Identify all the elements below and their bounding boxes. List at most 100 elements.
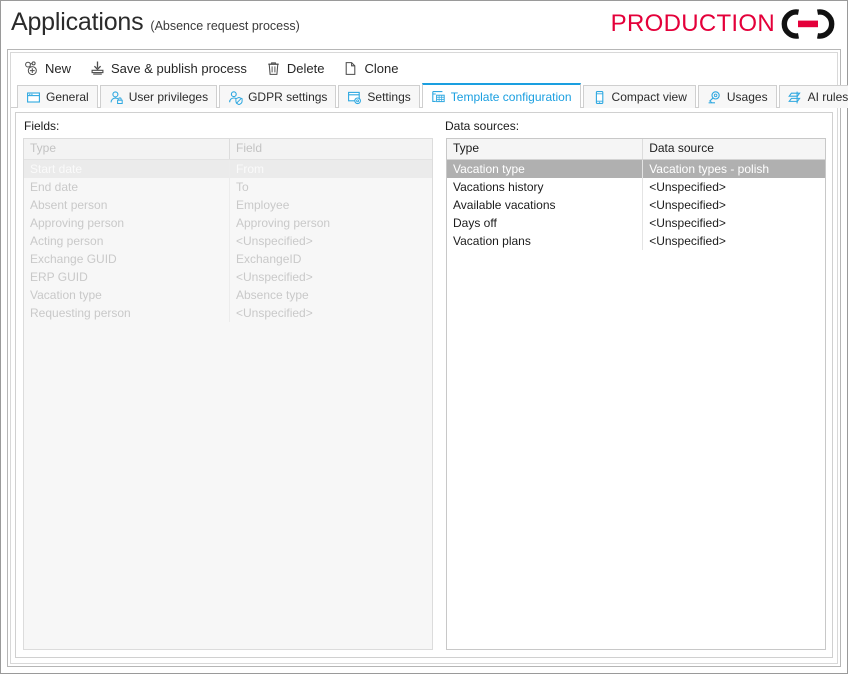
tab-strip: General User privileges GDPR settings Se…	[11, 83, 848, 108]
tab-user-privileges-label: User privileges	[128, 90, 209, 104]
data-source-value: <Unspecified>	[649, 180, 726, 194]
new-nodes-icon	[25, 60, 37, 75]
fields-label: Fields:	[24, 119, 60, 133]
tab-settings[interactable]: Settings	[338, 85, 420, 108]
tab-usages[interactable]: Usages	[697, 85, 777, 108]
data-sources-grid[interactable]: Type Data source Vacation type Vacation …	[446, 138, 826, 650]
table-row[interactable]: Vacation plans <Unspecified>	[447, 232, 825, 250]
data-source-type: Available vacations	[447, 196, 644, 214]
tab-settings-label: Settings	[367, 90, 411, 104]
data-sources-column-source: Data source	[649, 141, 714, 155]
table-row[interactable]: Absent person Employee	[24, 196, 432, 214]
field-type: Approving person	[24, 214, 230, 232]
data-sources-label: Data sources:	[445, 119, 520, 133]
fields-grid[interactable]: Type Field Start date From End date To A…	[23, 138, 433, 650]
field-type: Absent person	[24, 196, 230, 214]
save-publish-button-label: Save & publish process	[111, 60, 247, 76]
title-bar: Applications (Absence request process) P…	[1, 1, 847, 47]
field-type: Exchange GUID	[24, 250, 230, 268]
window-grid-icon	[432, 91, 445, 103]
tab-template-configuration-label: Template configuration	[450, 89, 572, 104]
table-row[interactable]: Acting person <Unspecified>	[24, 232, 432, 250]
fields-column-type: Type	[24, 139, 230, 159]
tab-content-inner: Fields: Type Field Start date From End d…	[15, 112, 833, 658]
data-source-value: <Unspecified>	[649, 216, 726, 230]
tab-content: Fields: Type Field Start date From End d…	[11, 109, 837, 663]
user-shield-icon	[229, 90, 243, 105]
field-value: Approving person	[236, 216, 331, 230]
tab-gdpr-settings-label: GDPR settings	[248, 90, 328, 104]
new-button-label: New	[45, 60, 72, 76]
save-publish-icon	[91, 61, 104, 75]
field-value: ExchangeID	[236, 252, 302, 266]
data-source-type: Vacation type	[447, 160, 644, 178]
tab-general-label: General	[46, 90, 89, 104]
delete-button-label: Delete	[286, 60, 325, 76]
logo-text: PRODUCTION	[610, 10, 775, 37]
data-sources-grid-header: Type Data source	[447, 139, 825, 160]
field-value: To	[236, 180, 249, 194]
table-row[interactable]: Days off <Unspecified>	[447, 214, 825, 232]
window-gear-icon	[348, 91, 362, 104]
field-type: Vacation type	[24, 286, 230, 304]
tab-ai-rules[interactable]: AI rules	[778, 85, 848, 108]
trash-icon	[268, 61, 279, 75]
table-row[interactable]: Exchange GUID ExchangeID	[24, 250, 432, 268]
data-source-value: Vacation types - polish	[649, 162, 770, 176]
tab-general[interactable]: General	[17, 85, 98, 108]
tab-template-configuration[interactable]: Template configuration	[421, 83, 581, 108]
tab-gdpr-settings[interactable]: GDPR settings	[219, 85, 337, 108]
data-sources-grid-body: Vacation type Vacation types - polish Va…	[447, 160, 825, 649]
table-row[interactable]: Start date From	[24, 160, 432, 178]
phone-icon	[595, 90, 603, 104]
window-icon	[27, 91, 40, 103]
fields-column-field: Field	[236, 141, 263, 155]
field-value: Absence type	[236, 288, 309, 302]
field-type: Requesting person	[24, 304, 230, 322]
field-type: ERP GUID	[24, 268, 230, 286]
ai-rules-icon	[787, 91, 801, 103]
data-source-value: <Unspecified>	[649, 198, 726, 212]
table-row[interactable]: End date To	[24, 178, 432, 196]
chain-link-logo-icon	[781, 9, 835, 39]
table-row[interactable]: Requesting person <Unspecified>	[24, 304, 432, 322]
split-layout: Fields: Type Field Start date From End d…	[16, 113, 832, 657]
clone-button[interactable]: Clone	[334, 55, 406, 81]
data-source-type: Days off	[447, 214, 644, 232]
table-row[interactable]: Vacations history <Unspecified>	[447, 178, 825, 196]
tab-usages-label: Usages	[726, 90, 768, 104]
toolbar: New Save & publish process Delete Clone	[11, 53, 837, 83]
save-publish-button[interactable]: Save & publish process	[81, 55, 255, 81]
clone-button-label: Clone	[364, 60, 399, 76]
field-value: <Unspecified>	[236, 270, 313, 284]
table-row[interactable]: Vacation type Absence type	[24, 286, 432, 304]
production-logo: PRODUCTION	[611, 8, 839, 40]
main-panel: New Save & publish process Delete Clone …	[7, 49, 848, 667]
copy-page-icon	[346, 61, 356, 75]
main-panel-inner: New Save & publish process Delete Clone …	[10, 52, 848, 664]
page-title: Applications	[11, 8, 144, 36]
table-row[interactable]: ERP GUID <Unspecified>	[24, 268, 432, 286]
user-lock-icon	[110, 90, 123, 104]
field-value: Employee	[236, 198, 290, 212]
new-button[interactable]: New	[15, 55, 79, 81]
table-row[interactable]: Approving person Approving person	[24, 214, 432, 232]
delete-button[interactable]: Delete	[257, 55, 333, 81]
tab-user-privileges[interactable]: User privileges	[99, 85, 218, 108]
data-source-type: Vacation plans	[447, 232, 644, 250]
tab-ai-rules-label: AI rules	[807, 90, 848, 104]
data-source-type: Vacations history	[447, 178, 644, 196]
data-sources-section: Data sources: Type Data source Vacation …	[439, 113, 832, 657]
field-type: Acting person	[24, 232, 230, 250]
table-row[interactable]: Vacation type Vacation types - polish	[447, 160, 825, 178]
field-type: Start date	[24, 160, 230, 178]
table-row[interactable]: Available vacations <Unspecified>	[447, 196, 825, 214]
tab-compact-view-label: Compact view	[611, 90, 687, 104]
field-value: <Unspecified>	[236, 234, 313, 248]
field-value: From	[236, 162, 264, 176]
page-subtitle: (Absence request process)	[150, 19, 300, 33]
tab-compact-view[interactable]: Compact view	[582, 85, 696, 108]
fields-grid-body: Start date From End date To Absent perso…	[24, 160, 432, 649]
application-window: Applications (Absence request process) P…	[0, 0, 848, 674]
data-source-value: <Unspecified>	[649, 234, 726, 248]
